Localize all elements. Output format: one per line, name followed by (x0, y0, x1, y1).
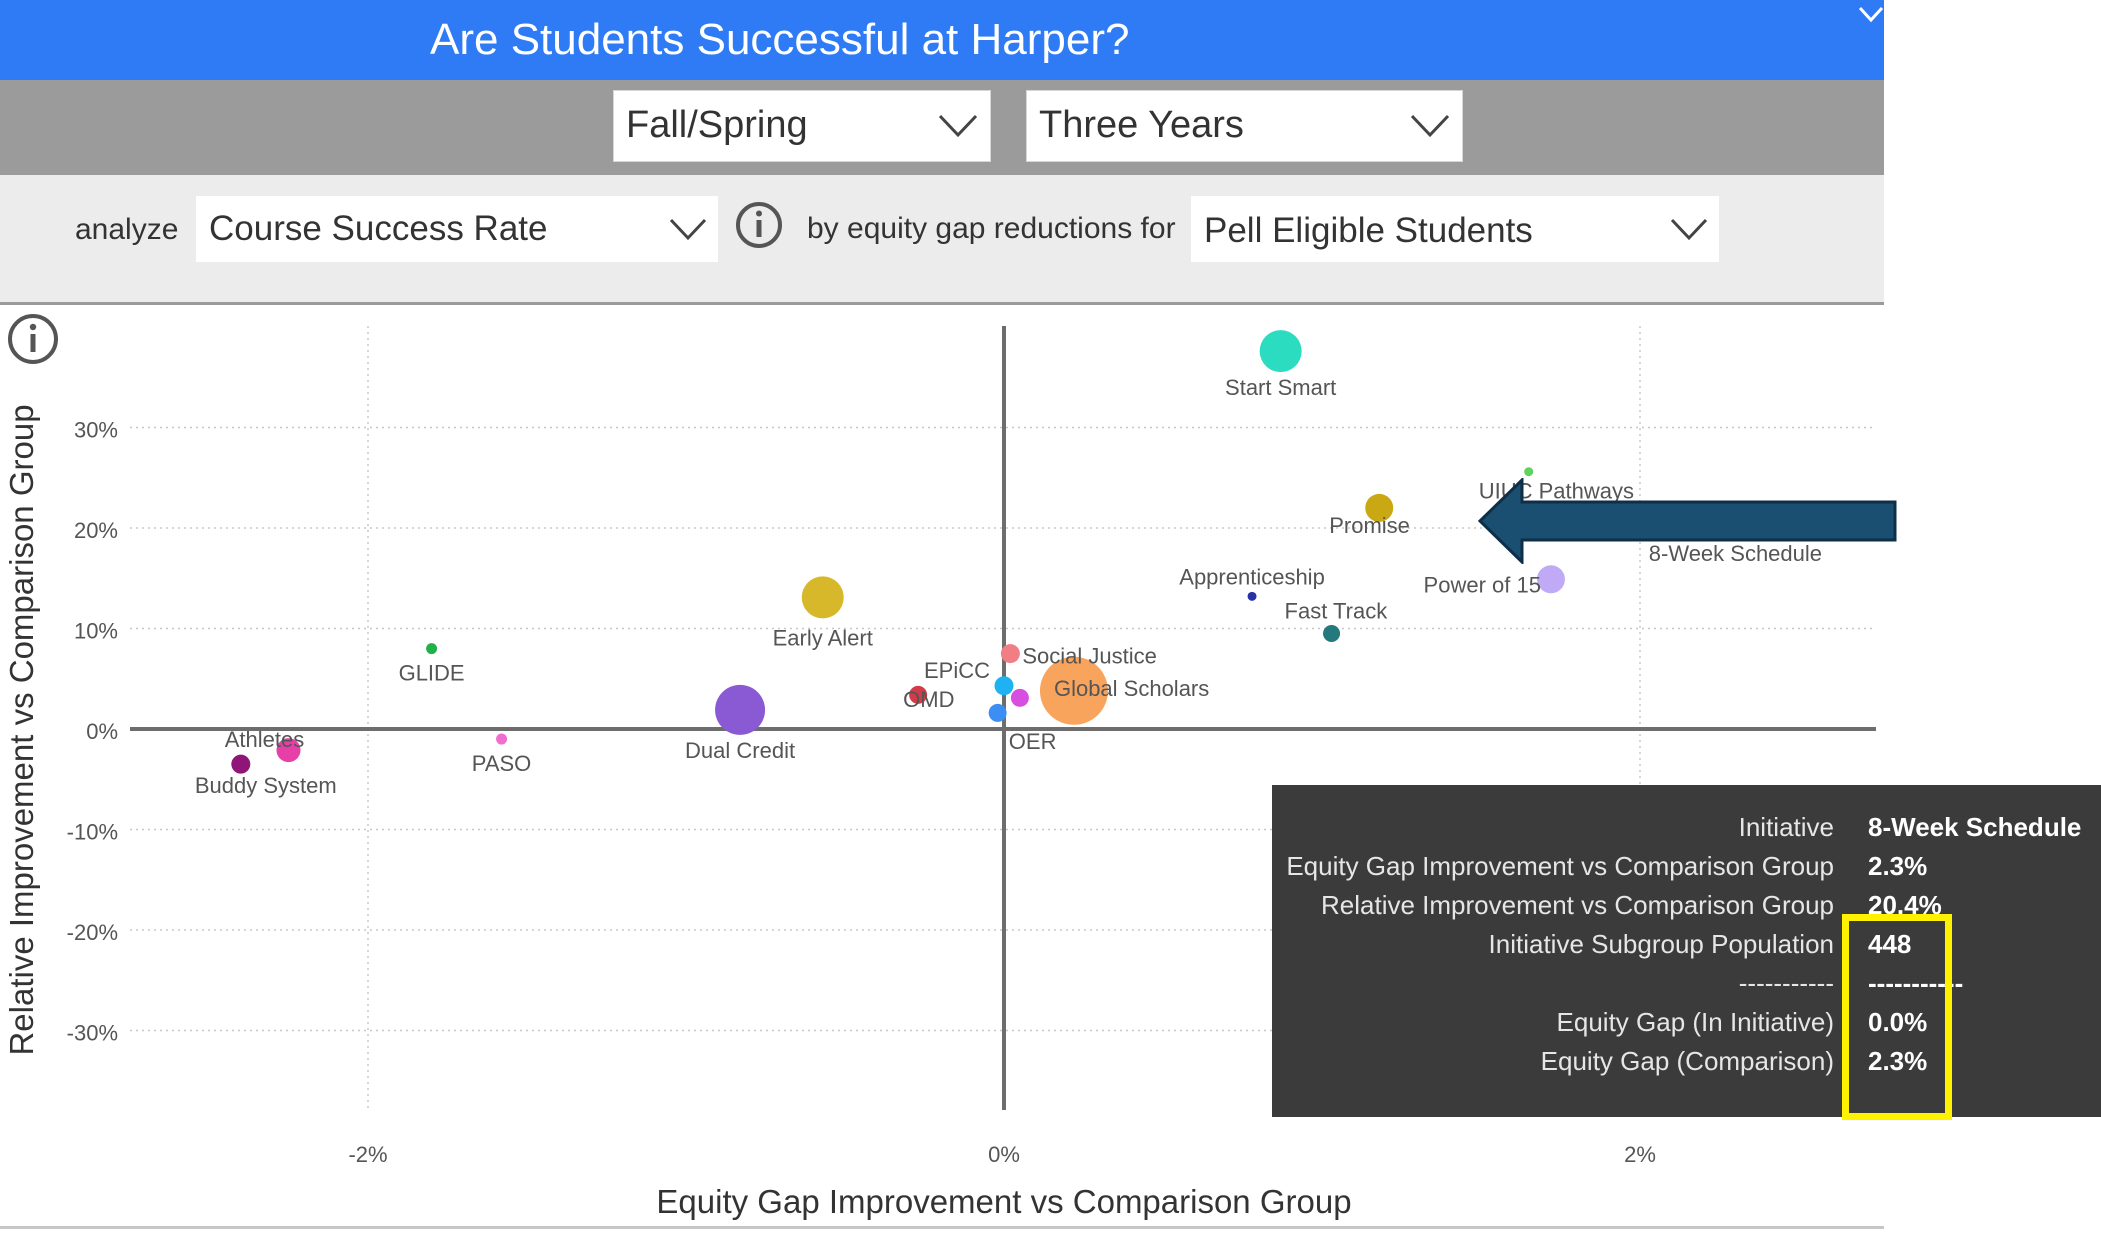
point-label: Start Smart (1225, 375, 1336, 400)
group-dropdown-value: Pell Eligible Students (1204, 211, 1533, 250)
data-point[interactable] (1524, 467, 1534, 477)
tooltip-key: Equity Gap (In Initiative) (1556, 1007, 1834, 1037)
point-label: GLIDE (399, 661, 465, 686)
bottom-divider (0, 1226, 1884, 1229)
measure-dropdown[interactable]: Course Success Rate (196, 196, 718, 262)
chevron-down-icon (938, 114, 978, 138)
data-point[interactable] (1259, 330, 1302, 373)
y-tick-label: 20% (74, 518, 118, 543)
gap-label: by equity gap reductions for (807, 212, 1176, 245)
point-label: Promise (1329, 513, 1410, 538)
x-tick-label: 2% (1624, 1142, 1656, 1167)
term-dropdown[interactable]: Fall/Spring (613, 90, 991, 162)
data-point[interactable] (801, 576, 844, 619)
point-label: OER (1009, 729, 1057, 754)
data-point[interactable] (988, 703, 1007, 722)
tooltip-key: Equity Gap Improvement vs Comparison Gro… (1286, 851, 1834, 881)
point-label: Dual Credit (685, 738, 795, 763)
y-tick-label: 0% (86, 719, 118, 744)
tooltip-key: Initiative (1738, 812, 1834, 842)
data-point[interactable] (1010, 688, 1029, 707)
point-label: Apprenticeship (1179, 564, 1325, 589)
measure-dropdown-value: Course Success Rate (209, 209, 548, 248)
tooltip-key: ----------- (1738, 968, 1834, 998)
chevron-down-icon (1410, 114, 1450, 138)
tooltip-key: Initiative Subgroup Population (1488, 929, 1834, 959)
period-dropdown-value: Three Years (1039, 104, 1244, 146)
chevron-down-icon (669, 218, 707, 241)
chart-info-icon[interactable] (6, 312, 60, 366)
point-label: Athletes (225, 727, 305, 752)
page-title: Are Students Successful at Harper? (0, 0, 1884, 80)
data-tooltip: Initiative 8-Week Schedule Equity Gap Impr… (1272, 785, 2101, 1117)
point-label: Social Justice (1022, 644, 1157, 669)
tooltip-value: 2.3% (1868, 851, 1928, 881)
tooltip-key: Equity Gap (Comparison) (1540, 1046, 1834, 1076)
period-dropdown[interactable]: Three Years (1026, 90, 1463, 162)
data-point[interactable] (715, 684, 766, 735)
y-tick-label: -30% (67, 1021, 118, 1046)
term-dropdown-value: Fall/Spring (626, 104, 808, 146)
point-label: PASO (472, 751, 532, 776)
data-point[interactable] (994, 676, 1014, 696)
point-label: EPiCC (924, 658, 990, 683)
data-point[interactable] (231, 754, 251, 774)
x-tick-label: -2% (348, 1142, 387, 1167)
corner-chevron-icon[interactable] (1858, 4, 1884, 30)
annotation-arrow-icon (1478, 478, 1897, 564)
analyze-label: analyze (75, 213, 179, 246)
y-axis-label: Relative Improvement vs Comparison Group (3, 404, 40, 1055)
point-label: Fast Track (1285, 599, 1389, 624)
info-icon[interactable] (734, 200, 784, 250)
point-label: Global Scholars (1054, 676, 1209, 701)
data-point[interactable] (1000, 644, 1020, 664)
y-tick-label: -20% (67, 920, 118, 945)
x-tick-label: 0% (988, 1142, 1020, 1167)
data-point[interactable] (426, 643, 438, 655)
group-dropdown[interactable]: Pell Eligible Students (1191, 196, 1719, 262)
y-tick-label: 10% (74, 619, 118, 644)
tooltip-value: 8-Week Schedule (1868, 812, 2082, 842)
x-axis-label: Equity Gap Improvement vs Comparison Gro… (656, 1183, 1351, 1220)
tooltip-key: Relative Improvement vs Comparison Group (1321, 890, 1834, 920)
point-label: Power of 15 (1424, 572, 1541, 597)
data-point[interactable] (1536, 565, 1565, 594)
data-point[interactable] (496, 733, 508, 745)
data-point[interactable] (1323, 625, 1341, 643)
page-title-text: Are Students Successful at Harper? (430, 15, 1130, 64)
point-label: Early Alert (773, 625, 873, 650)
chart-point-labels: Start SmartUIUC PathwaysPromise8-Week Sc… (195, 375, 1822, 798)
data-point[interactable] (1247, 591, 1257, 601)
highlight-box (1842, 914, 1952, 1120)
y-tick-label: -10% (67, 820, 118, 845)
point-label: Buddy System (195, 773, 337, 798)
point-label: OMD (903, 687, 954, 712)
y-tick-label: 30% (74, 418, 118, 443)
chevron-down-icon (1670, 218, 1708, 241)
